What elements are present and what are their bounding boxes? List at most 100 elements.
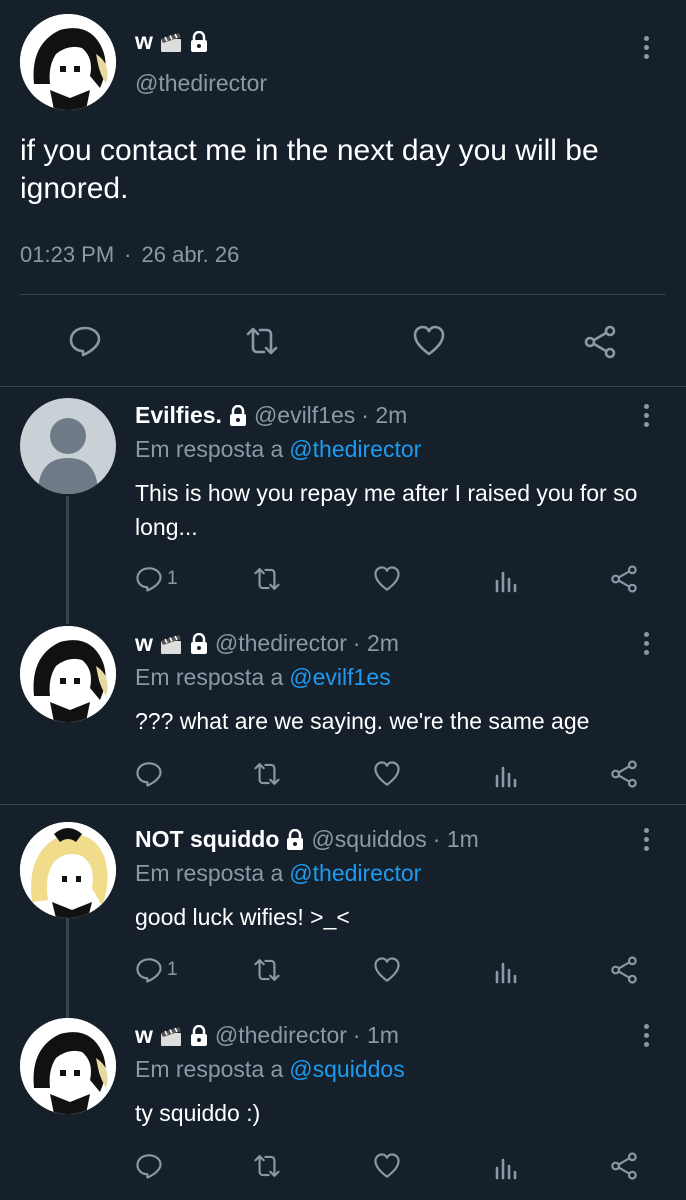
author-row: w @thedirector · 2m <box>135 630 399 657</box>
analytics-icon <box>493 956 519 984</box>
tweet-text: good luck wifies! >_< <box>135 904 350 930</box>
like-icon <box>412 324 446 358</box>
lock-icon <box>228 404 248 427</box>
reply-context: Em resposta a @squiddos <box>135 1056 405 1083</box>
divider <box>0 804 686 805</box>
reply-icon <box>135 565 163 593</box>
display-name[interactable]: Evilfies. <box>135 402 222 429</box>
share-icon <box>582 324 618 360</box>
reply-prefix: Em resposta a <box>135 664 284 690</box>
retweet-button[interactable] <box>252 956 282 984</box>
reply-count: 1 <box>167 568 178 589</box>
analytics-icon <box>493 1152 519 1180</box>
like-icon <box>373 760 401 788</box>
retweet-button[interactable] <box>252 565 282 593</box>
display-name[interactable]: NOT squiddo <box>135 826 279 853</box>
author-row: NOT squiddo @squiddos · 1m <box>135 826 479 853</box>
avatar[interactable] <box>20 822 116 918</box>
lock-icon <box>189 1024 209 1047</box>
handle[interactable]: @squiddos <box>311 826 426 853</box>
retweet-icon <box>252 956 282 984</box>
author-row: Evilfies. @evilf1es · 2m <box>135 402 407 429</box>
divider <box>20 294 666 295</box>
reply-to-link[interactable]: @thedirector <box>289 860 421 887</box>
retweet-icon <box>244 324 280 358</box>
author-row: w @thedirector · 1m <box>135 1022 399 1049</box>
avatar[interactable] <box>20 626 116 722</box>
reply-prefix: Em resposta a <box>135 1056 284 1082</box>
share-button[interactable] <box>582 324 618 360</box>
reply-icon <box>68 324 102 358</box>
like-button[interactable] <box>373 760 401 788</box>
analytics-button[interactable] <box>493 956 519 984</box>
analytics-icon <box>493 760 519 788</box>
reply-to-link[interactable]: @thedirector <box>289 436 421 463</box>
reply-button[interactable] <box>135 1152 163 1180</box>
lock-icon <box>285 828 305 851</box>
display-name[interactable]: w <box>135 1022 153 1049</box>
tweet-text: This is how you repay me after I raised … <box>135 480 638 540</box>
like-button[interactable] <box>373 565 401 593</box>
tweet-age: · 2m <box>361 402 408 428</box>
reply-count: 1 <box>167 959 178 980</box>
reply-prefix: Em resposta a <box>135 436 284 462</box>
thread-line <box>66 496 69 624</box>
retweet-button[interactable] <box>252 760 282 788</box>
handle[interactable]: @thedirector <box>135 70 267 97</box>
reply-icon <box>135 1152 163 1180</box>
handle[interactable]: @thedirector <box>215 1022 347 1049</box>
reply-button[interactable] <box>135 760 163 788</box>
like-button[interactable] <box>373 956 401 984</box>
reply-to-link[interactable]: @evilf1es <box>289 664 390 691</box>
more-icon[interactable] <box>639 828 653 851</box>
reply-prefix: Em resposta a <box>135 860 284 886</box>
reply-context: Em resposta a @thedirector <box>135 860 421 887</box>
like-button[interactable] <box>373 1152 401 1180</box>
reply-context: Em resposta a @thedirector <box>135 436 421 463</box>
tweet-time[interactable]: 01:23 PM <box>20 242 114 268</box>
tweet-text: ??? what are we saying. we're the same a… <box>135 708 590 734</box>
more-icon[interactable] <box>639 1024 653 1047</box>
handle[interactable]: @thedirector <box>215 630 347 657</box>
retweet-button[interactable] <box>252 1152 282 1180</box>
retweet-icon <box>252 760 282 788</box>
clapper-icon <box>159 1025 183 1047</box>
analytics-button[interactable] <box>493 760 519 788</box>
share-icon <box>609 759 639 789</box>
avatar[interactable] <box>20 14 116 110</box>
handle[interactable]: @evilf1es <box>254 402 355 429</box>
analytics-button[interactable] <box>493 565 519 593</box>
divider <box>0 386 686 387</box>
analytics-button[interactable] <box>493 1152 519 1180</box>
share-icon <box>609 564 639 594</box>
display-name[interactable]: w <box>135 28 153 55</box>
more-icon[interactable] <box>639 404 653 427</box>
reply-to-link[interactable]: @squiddos <box>289 1056 404 1083</box>
avatar[interactable] <box>20 1018 116 1114</box>
like-icon <box>373 1152 401 1180</box>
tweet-age: · 1m <box>352 1022 399 1048</box>
clapper-icon <box>159 31 183 53</box>
more-icon[interactable] <box>639 36 653 59</box>
share-button[interactable] <box>609 955 639 985</box>
analytics-icon <box>493 565 519 593</box>
reply-button[interactable]: 1 <box>135 956 178 984</box>
tweet-text: ty squiddo :) <box>135 1100 261 1126</box>
lock-icon <box>189 632 209 655</box>
thread-line <box>66 918 69 1018</box>
like-button[interactable] <box>412 324 446 358</box>
reply-button[interactable] <box>68 324 102 358</box>
retweet-button[interactable] <box>244 324 280 358</box>
retweet-icon <box>252 565 282 593</box>
more-icon[interactable] <box>639 632 653 655</box>
share-icon <box>609 1151 639 1181</box>
tweet-date[interactable]: 26 abr. 26 <box>142 242 240 268</box>
display-name[interactable]: w <box>135 630 153 657</box>
share-button[interactable] <box>609 564 639 594</box>
share-button[interactable] <box>609 1151 639 1181</box>
tweet-text: if you contact me in the next day you wi… <box>20 134 599 205</box>
reply-button[interactable]: 1 <box>135 565 178 593</box>
like-icon <box>373 956 401 984</box>
share-button[interactable] <box>609 759 639 789</box>
avatar[interactable] <box>20 398 116 494</box>
